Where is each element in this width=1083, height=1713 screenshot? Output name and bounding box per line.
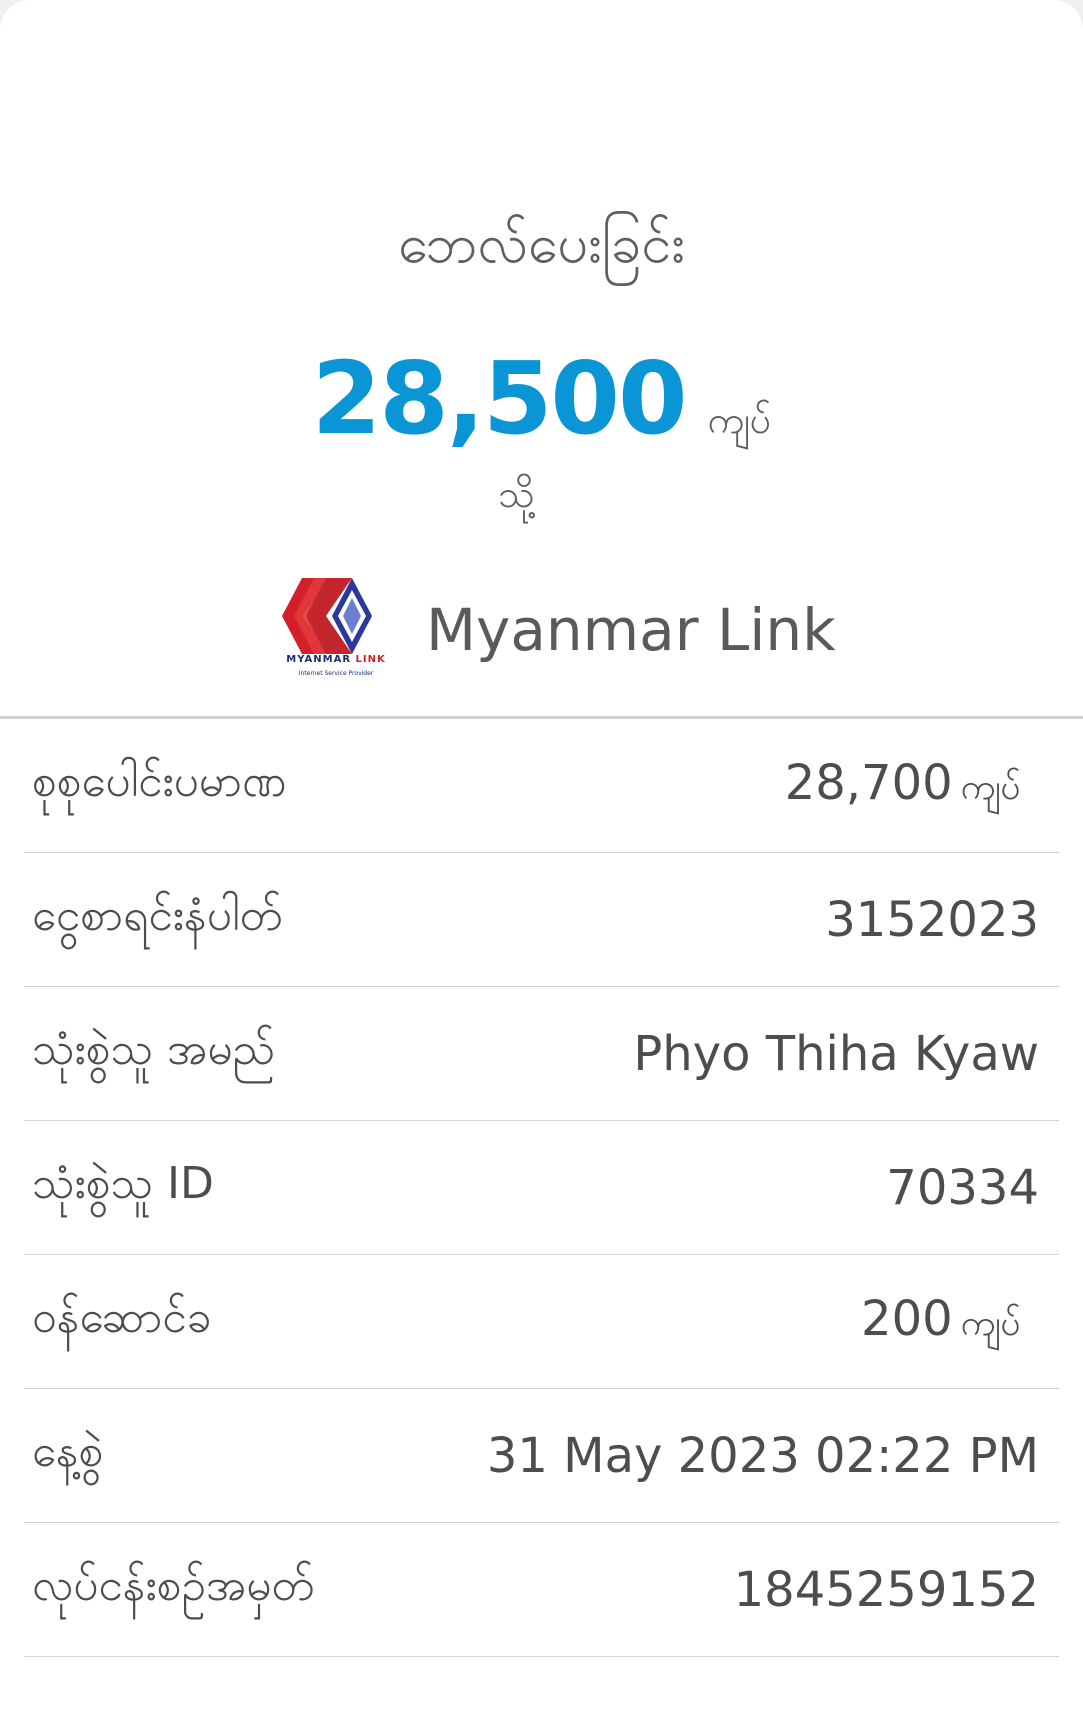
- row-label: သုံးစွဲသူ အမည်: [32, 1023, 276, 1075]
- row-label: ဝန်ဆောင်ခ: [32, 1291, 212, 1343]
- amount-block: 28,500 ကျပ်: [0, 340, 1083, 457]
- logo-subtext: Internet Service Provider: [298, 670, 374, 677]
- row-label: လုပ်ငန်းစဉ်အမှတ်: [32, 1559, 315, 1611]
- row-value: 3152023: [825, 891, 1039, 948]
- row-label: ငွေစာရင်းနံပါတ်: [32, 889, 283, 941]
- detail-row-date: နေ့စွဲ 31 May 2023 02:22 PM: [24, 1389, 1059, 1523]
- row-value: 28,700 ကျပ်: [784, 754, 1021, 811]
- row-value: 200 ကျပ်: [861, 1290, 1021, 1347]
- detail-row-service-fee: ဝန်ဆောင်ခ 200 ကျပ်: [24, 1255, 1059, 1389]
- row-value: 31 May 2023 02:22 PM: [486, 1427, 1039, 1484]
- payment-amount: 28,500: [311, 340, 688, 457]
- receipt-card: ဘေလ်ပေးခြင်း 28,500 ကျပ် သို့ MYANMAR LIN: [0, 0, 1083, 1713]
- myanmar-link-logo: MYANMAR LINK Internet Service Provider: [276, 576, 396, 684]
- biller-info: MYANMAR LINK Internet Service Provider M…: [276, 576, 836, 684]
- detail-row-account-number: ငွေစာရင်းနံပါတ် 3152023: [24, 853, 1059, 987]
- row-value: Phyo Thiha Kyaw: [633, 1025, 1039, 1082]
- row-value: 70334: [886, 1159, 1039, 1216]
- receipt-header: ဘေလ်ပေးခြင်း 28,500 ကျပ် သို့ MYANMAR LIN: [0, 0, 1083, 717]
- to-label: သို့: [498, 472, 535, 516]
- row-label: နေ့စွဲ: [32, 1425, 104, 1477]
- amount-unit: ကျပ်: [707, 398, 772, 442]
- detail-row-transaction-id: လုပ်ငန်းစဉ်အမှတ် 1845259152: [24, 1523, 1059, 1657]
- details-list: စုစုပေါင်းပမာဏ 28,700 ကျပ် ငွေစာရင်းနံပါတ…: [24, 719, 1059, 1657]
- row-value: 1845259152: [733, 1561, 1039, 1618]
- detail-row-user-id: သုံးစွဲသူ ID 70334: [24, 1121, 1059, 1255]
- page-title: ဘေလ်ပေးခြင်း: [398, 212, 685, 275]
- row-label: စုစုပေါင်းပမာဏ: [32, 755, 287, 807]
- detail-row-total-amount: စုစုပေါင်းပမာဏ 28,700 ကျပ်: [24, 719, 1059, 853]
- logo-wordmark: MYANMAR LINK: [286, 654, 386, 665]
- row-label: သုံးစွဲသူ ID: [32, 1157, 214, 1209]
- biller-name: Myanmar Link: [426, 596, 836, 664]
- detail-row-user-name: သုံးစွဲသူ အမည် Phyo Thiha Kyaw: [24, 987, 1059, 1121]
